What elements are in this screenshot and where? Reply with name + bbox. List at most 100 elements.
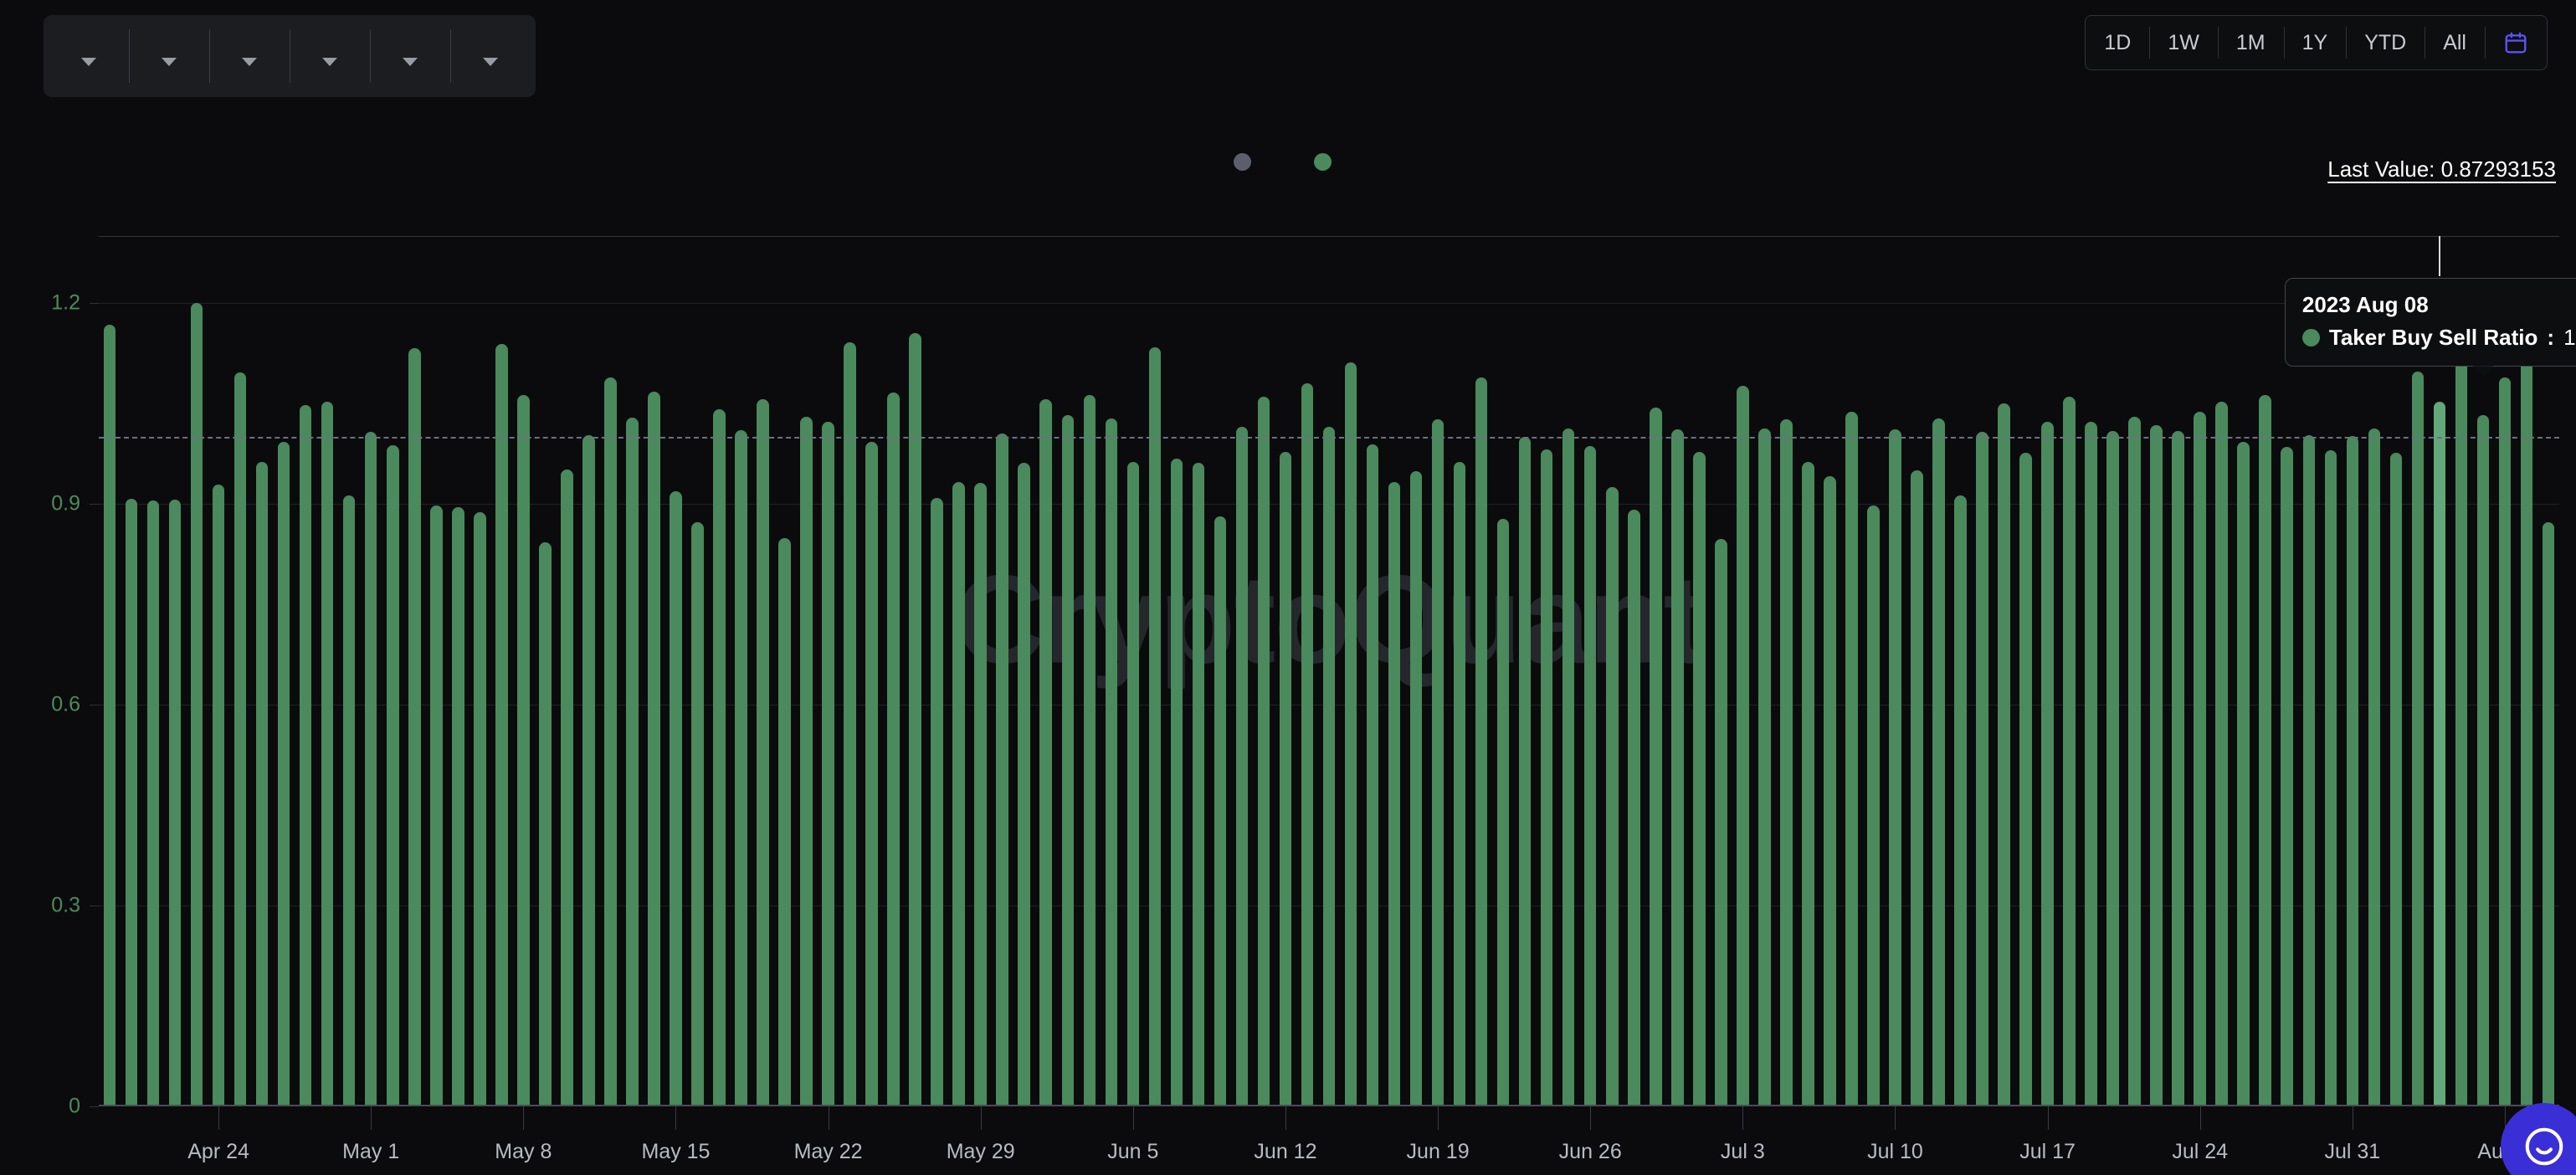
bar[interactable] xyxy=(1954,495,1967,1106)
bar[interactable] xyxy=(1409,470,1423,1106)
bar[interactable] xyxy=(2259,394,2272,1106)
bar[interactable] xyxy=(2085,422,2097,1106)
bar[interactable] xyxy=(626,417,639,1106)
toolbar-value-row[interactable] xyxy=(70,57,107,66)
bar[interactable] xyxy=(604,377,617,1106)
toolbar-group-scale[interactable] xyxy=(370,15,450,97)
range-button-1w[interactable]: 1W xyxy=(2149,16,2218,69)
bar[interactable] xyxy=(1257,397,1270,1106)
bar[interactable] xyxy=(909,333,921,1106)
bar[interactable] xyxy=(670,490,682,1106)
bar[interactable] xyxy=(1824,476,1836,1106)
bar[interactable] xyxy=(996,434,1008,1106)
range-button-ytd[interactable]: YTD xyxy=(2346,16,2425,69)
bar[interactable] xyxy=(408,347,421,1106)
bar[interactable] xyxy=(2194,411,2206,1106)
bar[interactable] xyxy=(190,303,203,1106)
bar[interactable] xyxy=(2063,397,2076,1106)
toolbar-value-row[interactable] xyxy=(392,57,428,66)
range-button-1d[interactable]: 1D xyxy=(2086,16,2149,69)
bar[interactable] xyxy=(1932,418,1945,1106)
bar[interactable] xyxy=(952,482,965,1106)
bar[interactable] xyxy=(1518,437,1532,1106)
toolbar-value-row[interactable] xyxy=(231,57,268,66)
bar[interactable] xyxy=(865,442,878,1106)
toolbar-group-sma[interactable] xyxy=(209,15,290,97)
bar[interactable] xyxy=(342,495,356,1106)
toolbar-group-chart-type[interactable] xyxy=(450,15,531,97)
bar[interactable] xyxy=(2128,417,2141,1106)
bar[interactable] xyxy=(1148,346,1162,1106)
date-picker-button[interactable] xyxy=(2485,16,2547,69)
bar[interactable] xyxy=(2324,450,2337,1106)
bar[interactable] xyxy=(1670,429,1684,1106)
bar[interactable] xyxy=(539,541,552,1106)
bar[interactable] xyxy=(2346,436,2359,1106)
bar[interactable] xyxy=(1322,427,1336,1106)
bar[interactable] xyxy=(1105,418,1118,1106)
bar[interactable] xyxy=(2172,430,2184,1106)
bar[interactable] xyxy=(474,512,486,1106)
bar[interactable] xyxy=(1388,482,1401,1106)
bar[interactable] xyxy=(648,392,660,1106)
bar[interactable] xyxy=(1496,518,1510,1106)
toolbar-group-ema[interactable] xyxy=(290,15,370,97)
bar[interactable] xyxy=(1605,487,1619,1106)
bar[interactable] xyxy=(713,409,726,1106)
bar[interactable] xyxy=(277,442,290,1106)
bar[interactable] xyxy=(2215,401,2228,1106)
bar[interactable] xyxy=(1083,394,1096,1106)
bar[interactable] xyxy=(1649,407,1662,1106)
bar[interactable] xyxy=(233,372,247,1106)
bar[interactable] xyxy=(582,434,595,1106)
bar[interactable] xyxy=(1061,415,1075,1106)
bar[interactable] xyxy=(386,445,399,1106)
toolbar-value-row[interactable] xyxy=(151,57,187,66)
bar[interactable] xyxy=(887,393,900,1106)
bar[interactable] xyxy=(1192,463,1205,1106)
bar[interactable] xyxy=(800,417,813,1106)
bar[interactable] xyxy=(2368,428,2381,1106)
bar[interactable] xyxy=(1126,462,1140,1106)
range-button-all[interactable]: All xyxy=(2425,16,2485,69)
toolbar-value-row[interactable] xyxy=(311,57,348,66)
bar[interactable] xyxy=(1780,419,1793,1106)
bar[interactable] xyxy=(321,401,334,1106)
bar[interactable] xyxy=(2433,402,2446,1106)
bar[interactable] xyxy=(2476,415,2490,1106)
bar[interactable] xyxy=(2150,424,2163,1106)
bar[interactable] xyxy=(931,497,943,1106)
legend-item-taker-buy-sell-ratio[interactable] xyxy=(1314,153,1342,171)
bar[interactable] xyxy=(1911,470,1923,1106)
last-value-label[interactable]: Last Value: 0.87293153 xyxy=(2327,156,2556,182)
bar[interactable] xyxy=(1889,429,1901,1106)
bar[interactable] xyxy=(691,521,704,1106)
bar[interactable] xyxy=(778,537,791,1106)
bar[interactable] xyxy=(1344,362,1357,1106)
bar[interactable] xyxy=(255,462,269,1106)
bar[interactable] xyxy=(1976,431,1988,1106)
bar[interactable] xyxy=(1693,452,1706,1106)
bar[interactable] xyxy=(1562,428,1575,1106)
bar[interactable] xyxy=(1018,463,1031,1106)
bar[interactable] xyxy=(2281,447,2294,1106)
bar[interactable] xyxy=(1758,428,1771,1106)
bar[interactable] xyxy=(2019,453,2032,1106)
toolbar-value-row[interactable] xyxy=(472,57,509,66)
bar[interactable] xyxy=(735,430,747,1106)
bar[interactable] xyxy=(2237,441,2250,1106)
bar[interactable] xyxy=(757,399,769,1106)
bar[interactable] xyxy=(1540,449,1553,1106)
bar[interactable] xyxy=(2302,435,2316,1106)
bar[interactable] xyxy=(1583,446,1597,1106)
bar[interactable] xyxy=(2041,421,2054,1106)
bar[interactable] xyxy=(1366,444,1379,1106)
bar[interactable] xyxy=(1453,462,1466,1106)
bar[interactable] xyxy=(1235,427,1249,1106)
bar[interactable] xyxy=(495,343,508,1106)
range-button-1m[interactable]: 1M xyxy=(2217,16,2284,69)
bar[interactable] xyxy=(2106,430,2119,1106)
bar[interactable] xyxy=(1802,462,1814,1106)
bar[interactable] xyxy=(822,421,834,1106)
bar[interactable] xyxy=(1039,399,1053,1106)
